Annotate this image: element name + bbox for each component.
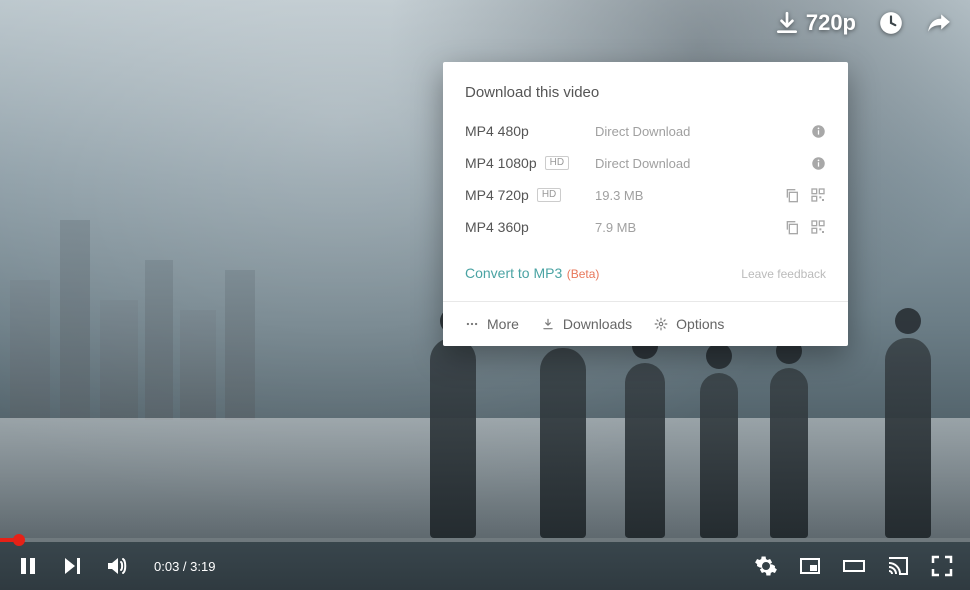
download-row[interactable]: MP4 720p HD 19.3 MB: [443, 179, 848, 211]
gear-icon: [654, 317, 668, 331]
volume-button[interactable]: [104, 554, 128, 578]
miniplayer-button[interactable]: [798, 554, 822, 578]
format-label: MP4 480p: [465, 123, 529, 139]
format-label: MP4 720p: [465, 187, 529, 203]
next-button[interactable]: [60, 554, 84, 578]
download-info: Direct Download: [595, 124, 811, 139]
downloads-button[interactable]: Downloads: [541, 316, 632, 332]
player-controls: 0:03 / 3:19: [0, 542, 970, 590]
row-icons: [784, 187, 826, 203]
download-row[interactable]: MP4 1080p HD Direct Download: [443, 147, 848, 179]
convert-row: Convert to MP3 (Beta) Leave feedback: [443, 243, 848, 301]
info-icon[interactable]: [811, 124, 826, 139]
row-icons: [784, 219, 826, 235]
row-icons: [811, 156, 826, 171]
settings-button[interactable]: [754, 554, 778, 578]
top-right-controls: 720p: [774, 10, 952, 36]
format-label: MP4 360p: [465, 219, 529, 235]
hd-badge: HD: [545, 156, 569, 170]
more-label: More: [487, 316, 519, 332]
leave-feedback-link[interactable]: Leave feedback: [741, 267, 826, 281]
theater-button[interactable]: [842, 554, 866, 578]
download-info: Direct Download: [595, 156, 811, 171]
download-row[interactable]: MP4 480p Direct Download: [443, 115, 848, 147]
download-quality-button[interactable]: 720p: [774, 10, 856, 36]
options-label: Options: [676, 316, 724, 332]
qr-icon[interactable]: [810, 187, 826, 203]
watch-later-button[interactable]: [878, 10, 904, 36]
share-icon: [926, 10, 952, 36]
share-button[interactable]: [926, 10, 952, 36]
row-icons: [811, 124, 826, 139]
hd-badge: HD: [537, 188, 561, 202]
time-display: 0:03 / 3:19: [154, 559, 215, 574]
popup-title: Download this video: [443, 84, 848, 115]
copy-icon[interactable]: [784, 187, 800, 203]
clock-icon: [878, 10, 904, 36]
format-label: MP4 1080p: [465, 155, 537, 171]
options-button[interactable]: Options: [654, 316, 724, 332]
convert-mp3-link[interactable]: Convert to MP3: [465, 265, 562, 281]
download-info: 19.3 MB: [595, 188, 784, 203]
cast-button[interactable]: [886, 554, 910, 578]
download-small-icon: [541, 317, 555, 331]
decor-ground: [0, 418, 970, 538]
downloads-label: Downloads: [563, 316, 632, 332]
copy-icon[interactable]: [784, 219, 800, 235]
video-player: 720p Download this video MP4 480p Direct …: [0, 0, 970, 590]
download-arrow-icon: [774, 10, 800, 36]
info-icon[interactable]: [811, 156, 826, 171]
decor-skyline: [0, 220, 300, 420]
download-info: 7.9 MB: [595, 220, 784, 235]
fullscreen-button[interactable]: [930, 554, 954, 578]
qr-icon[interactable]: [810, 219, 826, 235]
download-row[interactable]: MP4 360p 7.9 MB: [443, 211, 848, 243]
pause-button[interactable]: [16, 554, 40, 578]
beta-label: (Beta): [567, 267, 600, 281]
download-quality-label: 720p: [806, 10, 856, 36]
popup-footer: More Downloads Options: [443, 301, 848, 346]
download-popup: Download this video MP4 480p Direct Downl…: [443, 62, 848, 346]
more-button[interactable]: More: [465, 316, 519, 332]
ellipsis-icon: [465, 317, 479, 331]
